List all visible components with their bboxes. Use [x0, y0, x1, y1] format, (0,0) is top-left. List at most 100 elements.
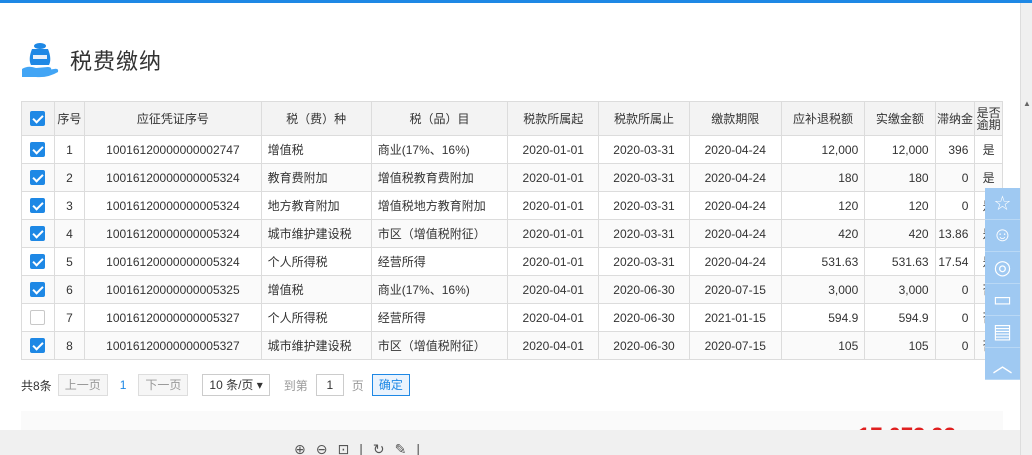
payable-amount: 420	[780, 219, 866, 248]
table-row[interactable]: 3 10016120000000005324 地方教育附加 增值税地方教育附加 2020…	[21, 191, 1003, 220]
paid-amount: 120	[864, 191, 936, 220]
row-select-cell[interactable]	[21, 247, 55, 276]
period-end: 2020-06-30	[598, 303, 690, 332]
tax-item: 增值税地方教育附加	[370, 191, 509, 220]
voucher-number: 10016120000000005324	[84, 191, 262, 220]
prev-page-button[interactable]: 上一页	[57, 374, 108, 396]
paid-amount: 420	[864, 219, 936, 248]
goto-label: 到第	[283, 378, 308, 393]
late-fee: 0	[934, 163, 976, 192]
tax-item: 增值税教育费附加	[370, 163, 509, 192]
row-select-cell[interactable]	[21, 135, 55, 164]
fit-page-icon[interactable]: ⊡	[337, 442, 349, 455]
payable-amount: 180	[780, 163, 866, 192]
row-select-cell[interactable]	[21, 303, 55, 332]
money-bag-hand-icon	[18, 37, 62, 84]
back-to-top-icon[interactable]: ︿	[985, 348, 1020, 380]
table-row[interactable]: 1 10016120000000002747 增值税 商业(17%、16%) 2020-…	[21, 135, 1003, 164]
divider-icon: |	[359, 441, 363, 455]
select-all-cell[interactable]	[21, 101, 55, 136]
paid-amount: 594.9	[864, 303, 936, 332]
payable-amount: 12,000	[780, 135, 866, 164]
period-start: 2020-01-01	[507, 191, 600, 220]
floating-toolbar: ☆ ☺ ◎ ▭ ▤ ︿	[985, 188, 1020, 380]
table-row[interactable]: 4 10016120000000005324 城市维护建设税 市区（增值税附征） 202…	[21, 219, 1003, 248]
scroll-up-icon[interactable]: ▲	[1022, 98, 1032, 110]
page-title: 税费缴纳	[70, 49, 163, 74]
row-select-cell[interactable]	[21, 331, 55, 360]
confirm-goto-button[interactable]: 确定	[371, 374, 410, 396]
message-icon[interactable]: ▭	[985, 284, 1020, 316]
weibo-icon[interactable]: ◎	[985, 252, 1020, 284]
due-date: 2020-04-24	[688, 219, 782, 248]
tax-type: 地方教育附加	[260, 191, 372, 220]
chat-icon[interactable]: ☺	[985, 220, 1020, 252]
row-number: 8	[53, 331, 86, 360]
tax-type: 个人所得税	[260, 303, 372, 332]
table-row[interactable]: 6 10016120000000005325 增值税 商业(17%、16%) 2020-…	[21, 275, 1003, 304]
star-icon[interactable]: ☆	[985, 188, 1020, 220]
tax-type: 个人所得税	[260, 247, 372, 276]
voucher-number: 10016120000000005327	[84, 331, 262, 360]
tax-item: 市区（增值税附征）	[370, 219, 509, 248]
tax-type: 增值税	[260, 135, 372, 164]
row-checkbox[interactable]	[30, 142, 46, 158]
period-end: 2020-06-30	[598, 331, 690, 360]
row-checkbox[interactable]	[30, 198, 46, 214]
table-row[interactable]: 5 10016120000000005324 个人所得税 经营所得 2020-01-01…	[21, 247, 1003, 276]
late-fee: 13.86	[934, 219, 976, 248]
col-header: 税款所属止	[598, 101, 690, 136]
voucher-number: 10016120000000005324	[84, 247, 262, 276]
due-date: 2020-07-15	[688, 275, 782, 304]
row-number: 5	[53, 247, 86, 276]
period-start: 2020-04-01	[507, 331, 600, 360]
zoom-in-icon[interactable]: ⊕	[294, 442, 306, 455]
next-page-button[interactable]: 下一页	[138, 374, 189, 396]
due-date: 2020-04-24	[688, 163, 782, 192]
table-row[interactable]: 2 10016120000000005324 教育费附加 增值税教育费附加 2020-0…	[21, 163, 1003, 192]
row-select-cell[interactable]	[21, 163, 55, 192]
tax-item: 市区（增值税附征）	[370, 331, 509, 360]
col-header: 实缴金额	[864, 101, 936, 136]
row-select-cell[interactable]	[21, 219, 55, 248]
page-unit-label: 页	[351, 378, 364, 393]
goto-page-input[interactable]: 1	[315, 374, 344, 396]
row-checkbox[interactable]	[30, 254, 46, 270]
row-select-cell[interactable]	[21, 275, 55, 304]
due-date: 2020-04-24	[688, 247, 782, 276]
tax-item: 商业(17%、16%)	[370, 275, 509, 304]
row-checkbox[interactable]	[30, 170, 46, 186]
tax-item: 商业(17%、16%)	[370, 135, 509, 164]
period-start: 2020-01-01	[507, 163, 600, 192]
current-page[interactable]: 1	[120, 378, 127, 392]
row-checkbox[interactable]	[30, 226, 46, 242]
period-start: 2020-01-01	[507, 219, 600, 248]
rotate-icon[interactable]: ↻	[373, 442, 385, 455]
overdue-flag: 是	[974, 135, 1003, 164]
pen-icon[interactable]: ✎	[395, 442, 407, 455]
row-number: 6	[53, 275, 86, 304]
late-fee: 0	[934, 275, 976, 304]
tax-table: 序号 应征凭证序号 税（费）种 税（品）目 税款所属起 税款所属止 缴款期限 应…	[21, 101, 1003, 360]
due-date: 2020-04-24	[688, 191, 782, 220]
row-checkbox[interactable]	[30, 338, 46, 354]
row-number: 3	[53, 191, 86, 220]
row-checkbox[interactable]	[30, 282, 46, 298]
tax-type: 教育费附加	[260, 163, 372, 192]
payable-amount: 120	[780, 191, 866, 220]
period-start: 2020-04-01	[507, 275, 600, 304]
col-header: 应补退税额	[780, 101, 866, 136]
select-all-checkbox[interactable]	[30, 111, 46, 126]
table-row[interactable]: 8 10016120000000005327 城市维护建设税 市区（增值税附征） 202…	[21, 331, 1003, 360]
page-size-select[interactable]: 10 条/页 ▾	[202, 374, 270, 396]
paid-amount: 180	[864, 163, 936, 192]
table-body: 1 10016120000000002747 增值税 商业(17%、16%) 2020-…	[21, 135, 1003, 360]
due-date: 2020-04-24	[688, 135, 782, 164]
row-number: 7	[53, 303, 86, 332]
table-row[interactable]: 7 10016120000000005327 个人所得税 经营所得 2020-04-01…	[21, 303, 1003, 332]
scrollbar[interactable]: ▲	[1020, 3, 1032, 455]
zoom-out-icon[interactable]: ⊖	[316, 442, 328, 455]
row-select-cell[interactable]	[21, 191, 55, 220]
clipboard-icon[interactable]: ▤	[985, 316, 1020, 348]
row-checkbox[interactable]	[30, 310, 46, 326]
